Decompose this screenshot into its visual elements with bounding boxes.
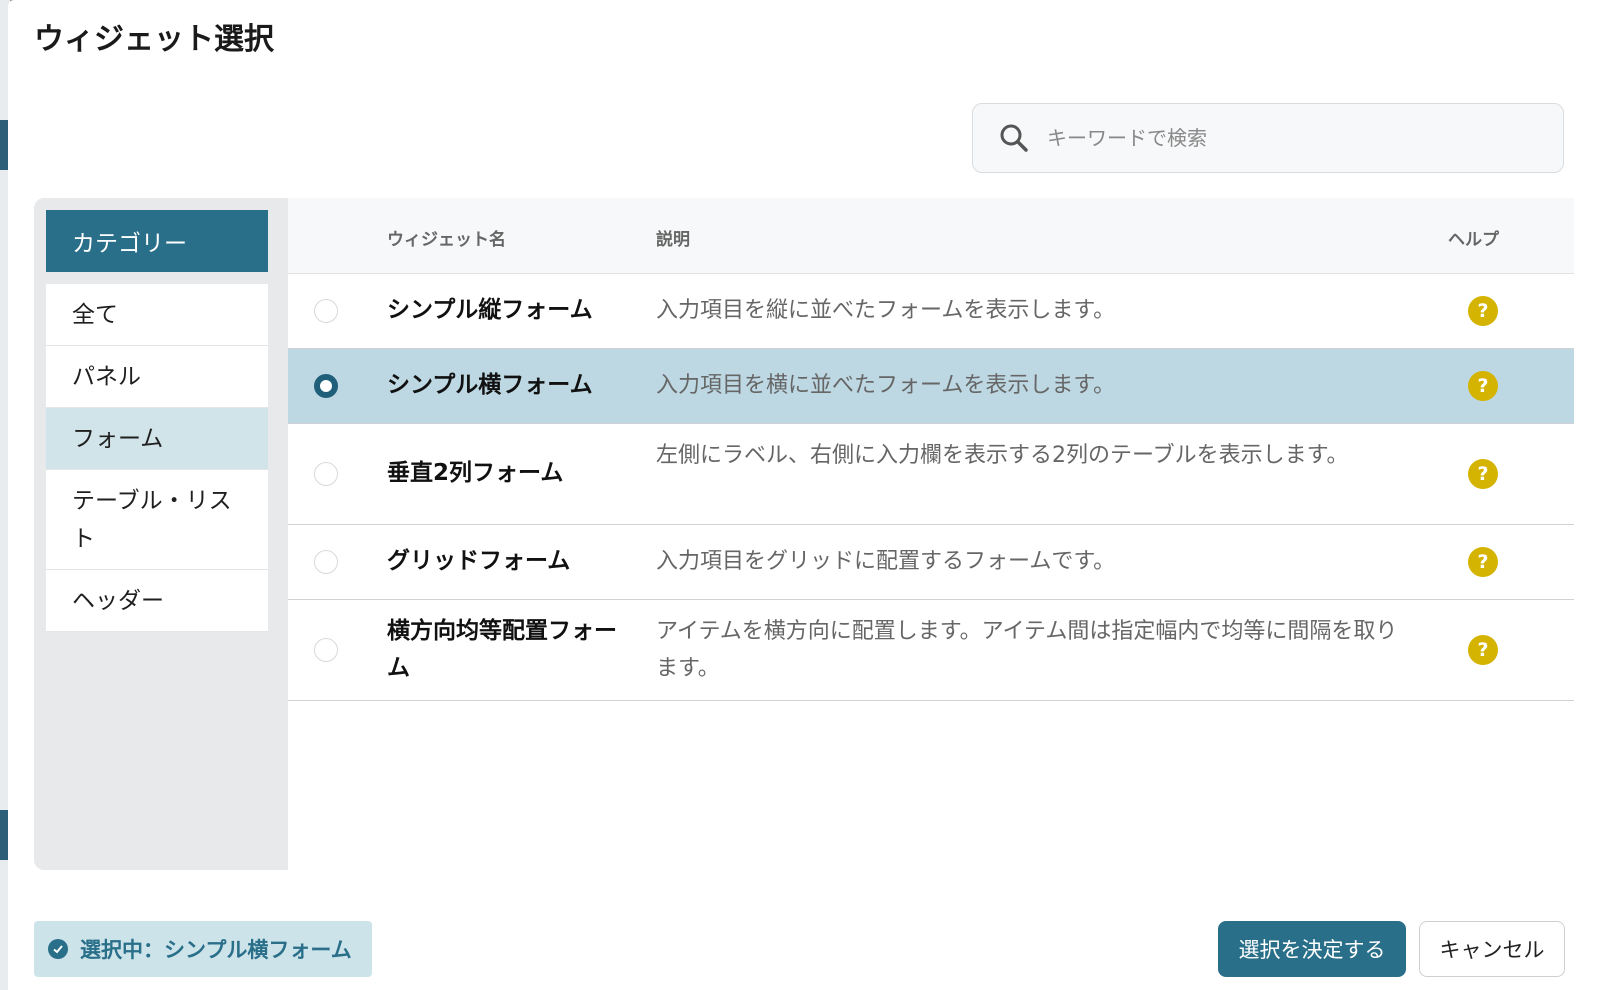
background-accent bbox=[0, 120, 8, 170]
widget-description: 入力項目を横に並べたフォームを表示します。 bbox=[656, 373, 1116, 398]
table-row[interactable]: シンプル横フォーム 入力項目を横に並べたフォームを表示します。 ? bbox=[288, 349, 1574, 424]
category-item-table-list[interactable]: テーブル・リスト bbox=[46, 470, 268, 570]
table-row[interactable]: 横方向均等配置フォーム アイテムを横方向に配置します。アイテム間は指定幅内で均等… bbox=[288, 600, 1574, 701]
search-box[interactable] bbox=[972, 103, 1564, 173]
category-item-header[interactable]: ヘッダー bbox=[46, 570, 268, 632]
widget-name: 垂直2列フォーム bbox=[387, 460, 564, 486]
selection-status: 選択中：シンプル横フォーム bbox=[34, 921, 372, 977]
category-item-panel[interactable]: パネル bbox=[46, 346, 268, 408]
category-item-all[interactable]: 全て bbox=[46, 284, 268, 346]
dialog-title: ウィジェット選択 bbox=[34, 22, 274, 57]
row-radio[interactable] bbox=[314, 374, 338, 398]
row-radio[interactable] bbox=[314, 638, 338, 662]
category-panel: カテゴリー 全て パネル フォーム テーブル・リスト ヘッダー bbox=[46, 210, 268, 632]
check-circle-icon bbox=[48, 939, 68, 959]
category-header: カテゴリー bbox=[46, 210, 268, 272]
column-header-name: ウィジェット名 bbox=[387, 230, 506, 250]
widget-description: アイテムを横方向に配置します。アイテム間は指定幅内で均等に間隔を取ります。 bbox=[656, 619, 1398, 681]
selection-status-text: 選択中：シンプル横フォーム bbox=[80, 938, 352, 962]
row-radio[interactable] bbox=[314, 462, 338, 486]
background-accent bbox=[0, 810, 8, 860]
column-header-help: ヘルプ bbox=[1448, 230, 1499, 250]
widget-name: グリッドフォーム bbox=[387, 548, 571, 574]
category-list: 全て パネル フォーム テーブル・リスト ヘッダー bbox=[46, 284, 268, 632]
widget-name: シンプル横フォーム bbox=[387, 372, 593, 398]
row-radio[interactable] bbox=[314, 550, 338, 574]
category-item-form[interactable]: フォーム bbox=[46, 408, 268, 470]
help-icon[interactable]: ? bbox=[1468, 459, 1498, 489]
widget-description: 左側にラベル、右側に入力欄を表示する2列のテーブルを表示します。 bbox=[656, 443, 1349, 468]
widget-description: 入力項目をグリッドに配置するフォームです。 bbox=[656, 549, 1116, 574]
table-row[interactable]: 垂直2列フォーム 左側にラベル、右側に入力欄を表示する2列のテーブルを表示します… bbox=[288, 424, 1574, 525]
help-icon[interactable]: ? bbox=[1468, 296, 1498, 326]
column-header-description: 説明 bbox=[656, 230, 690, 250]
widget-selector-body: カテゴリー 全て パネル フォーム テーブル・リスト ヘッダー ウィジェット名 … bbox=[34, 198, 1574, 870]
widget-name: 横方向均等配置フォーム bbox=[387, 618, 617, 681]
help-icon[interactable]: ? bbox=[1468, 547, 1498, 577]
widget-name: シンプル縦フォーム bbox=[387, 297, 593, 323]
widget-description: 入力項目を縦に並べたフォームを表示します。 bbox=[656, 298, 1116, 323]
widget-table: ウィジェット名 説明 ヘルプ シンプル縦フォーム 入力項目を縦に並べたフォームを… bbox=[288, 198, 1574, 870]
confirm-selection-button[interactable]: 選択を決定する bbox=[1218, 921, 1406, 977]
search-input[interactable] bbox=[1045, 125, 1529, 151]
table-header: ウィジェット名 説明 ヘルプ bbox=[288, 198, 1574, 274]
help-icon[interactable]: ? bbox=[1468, 635, 1498, 665]
search-icon bbox=[999, 120, 1035, 156]
row-radio[interactable] bbox=[314, 299, 338, 323]
help-icon[interactable]: ? bbox=[1468, 371, 1498, 401]
widget-select-dialog: ウィジェット選択 カテゴリー 全て パネル フォーム テーブル・リスト ヘッダー… bbox=[8, 0, 1600, 990]
cancel-button[interactable]: キャンセル bbox=[1419, 921, 1565, 977]
table-row[interactable]: グリッドフォーム 入力項目をグリッドに配置するフォームです。 ? bbox=[288, 525, 1574, 600]
table-row[interactable]: シンプル縦フォーム 入力項目を縦に並べたフォームを表示します。 ? bbox=[288, 274, 1574, 349]
